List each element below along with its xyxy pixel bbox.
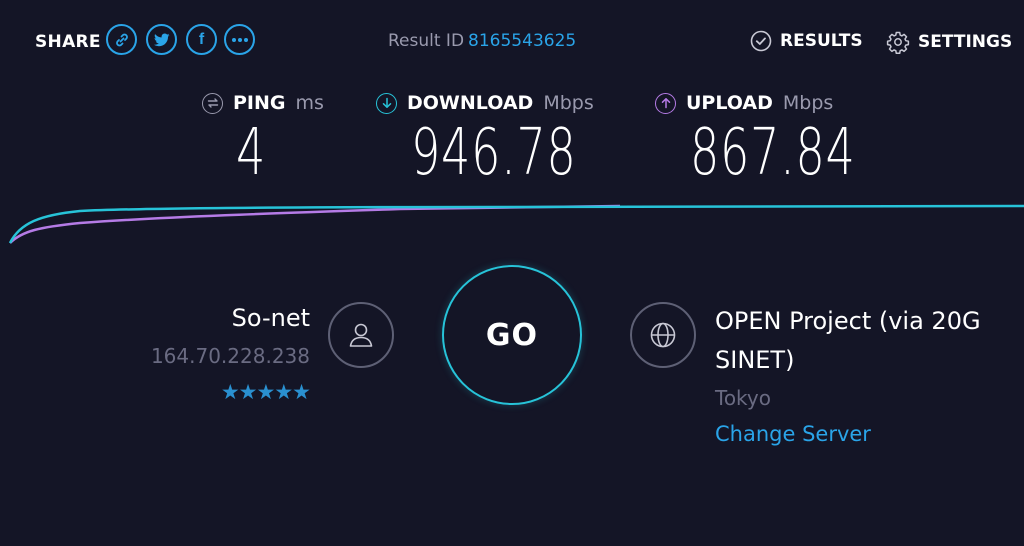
ping-label: PING [233, 92, 286, 114]
upload-header: UPLOAD Mbps [655, 92, 833, 114]
twitter-icon[interactable] [146, 24, 177, 55]
download-value: 946.78 [411, 116, 577, 190]
upload-value: 867.84 [690, 116, 856, 190]
settings-label: SETTINGS [918, 32, 1013, 52]
facebook-icon[interactable]: f [186, 24, 217, 55]
share-label: SHARE [35, 32, 101, 52]
result-id-value[interactable]: 8165543625 [468, 31, 576, 51]
upload-label: UPLOAD [686, 92, 773, 114]
download-label: DOWNLOAD [407, 92, 534, 114]
gear-icon [886, 31, 910, 54]
isp-name: So-net [231, 304, 310, 332]
server-name: OPEN Project (via 20G SINET) [715, 307, 981, 374]
isp-rating-stars[interactable]: ★★★★★ [221, 380, 311, 404]
speed-graph [8, 204, 1024, 244]
download-arrow-icon [376, 92, 397, 114]
ping-unit: ms [295, 92, 324, 114]
globe-icon [630, 302, 696, 368]
results-label: RESULTS [780, 31, 863, 51]
more-icon[interactable] [224, 24, 255, 55]
go-button[interactable]: GO [442, 265, 582, 405]
ping-header: PING ms [202, 92, 324, 114]
link-icon[interactable] [106, 24, 137, 55]
check-circle-icon [750, 30, 772, 52]
result-id: Result ID 8165543625 [388, 31, 576, 51]
download-unit: Mbps [543, 92, 594, 114]
upload-arrow-icon [655, 92, 676, 114]
upload-unit: Mbps [782, 92, 834, 114]
change-server-link[interactable]: Change Server [715, 422, 871, 446]
ping-icon [202, 92, 223, 114]
download-speed-line [8, 204, 1024, 244]
upload-speed-line [9, 204, 621, 244]
settings-button[interactable]: SETTINGS [886, 30, 1012, 54]
results-button[interactable]: RESULTS [750, 30, 863, 52]
ping-value: 4 [236, 116, 267, 190]
isp-ip: 164.70.228.238 [150, 344, 310, 368]
server-location: Tokyo [715, 386, 771, 410]
result-id-label: Result ID [388, 31, 465, 51]
go-label: GO [485, 317, 539, 353]
user-icon [328, 302, 394, 368]
download-header: DOWNLOAD Mbps [376, 92, 594, 114]
